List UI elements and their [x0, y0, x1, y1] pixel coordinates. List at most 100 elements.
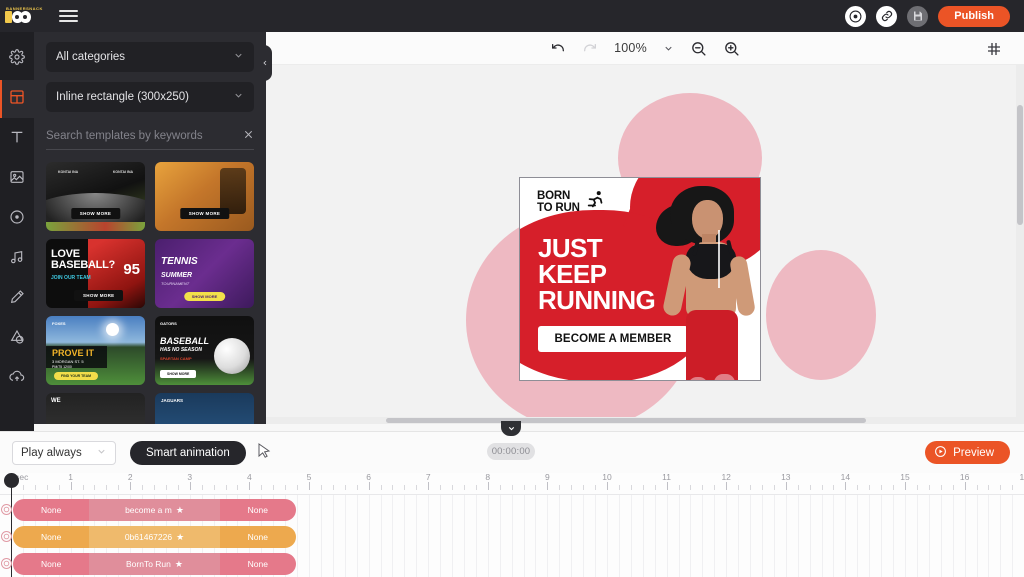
redo-arrow-icon[interactable]: [582, 40, 598, 56]
template-card[interactable]: LOVE BASEBALL? JOIN OUR TEAM 95 SHOW MOR…: [46, 239, 145, 308]
timeline-clip-segment-out[interactable]: None: [220, 499, 296, 521]
ruler-tick-major: [607, 482, 608, 490]
hamburger-menu-icon[interactable]: [46, 0, 90, 32]
save-disk-icon[interactable]: [907, 6, 928, 27]
clip-label: None: [248, 532, 268, 542]
zoom-out-icon[interactable]: [690, 40, 707, 57]
scrollbar-thumb[interactable]: [1017, 105, 1023, 225]
template-headline: BASEBALL: [160, 336, 209, 346]
rail-item-audio[interactable]: [0, 240, 34, 278]
ruler-tick-minor: [512, 485, 513, 490]
template-card[interactable]: GATORS BASEBALL HAS NO SEASON SPARTAN CA…: [155, 316, 254, 385]
publish-button[interactable]: Publish: [938, 6, 1010, 27]
rail-item-templates[interactable]: [0, 80, 34, 118]
eye-visibility-icon[interactable]: [1, 531, 12, 542]
rail-item-uploads[interactable]: [0, 360, 34, 398]
ruler-tick-major: [905, 482, 906, 490]
ruler-tick-minor: [106, 485, 107, 490]
ruler-tick-label: 2: [128, 472, 133, 482]
close-x-icon[interactable]: [243, 127, 254, 145]
clip-label: 0b61467226: [125, 532, 172, 542]
timeline-clip-segment-mid[interactable]: 0b61467226 ★: [89, 526, 219, 548]
rail-item-text[interactable]: [0, 120, 34, 158]
app-logo[interactable]: BANNERSNACK: [0, 0, 34, 32]
template-card[interactable]: FOXES PROVE IT 3 MORGAN ST. 5 PM/75 12/0…: [46, 316, 145, 385]
star-icon[interactable]: ★: [176, 505, 184, 516]
play-mode-select[interactable]: Play always: [12, 441, 116, 465]
eye-visibility-icon[interactable]: [1, 504, 12, 515]
rail-item-shapes[interactable]: [0, 320, 34, 358]
template-baseball: [214, 338, 250, 374]
search-input[interactable]: [46, 130, 243, 142]
ruler-tick-minor: [142, 485, 143, 490]
star-icon[interactable]: ★: [175, 559, 183, 570]
template-card[interactable]: WE: [46, 393, 145, 424]
ruler-tick-minor: [977, 485, 978, 490]
canvas-vertical-scrollbar[interactable]: [1016, 65, 1024, 424]
playhead-knob[interactable]: [4, 473, 19, 488]
preview-button[interactable]: Preview: [925, 441, 1010, 464]
template-card[interactable]: TENNIS SUMMER TOURNAMENT SHOW MORE: [155, 239, 254, 308]
ruler-tick-major: [249, 482, 250, 490]
hamburger-line: [59, 20, 78, 22]
size-select[interactable]: Inline rectangle (300x250): [46, 82, 254, 112]
rail-item-brush[interactable]: [0, 280, 34, 318]
record-circle-icon[interactable]: [845, 6, 866, 27]
link-icon[interactable]: [876, 6, 897, 27]
template-subline: SPARTAN CAMP: [160, 356, 192, 361]
star-icon[interactable]: ★: [176, 532, 184, 543]
ruler-tick-minor: [524, 485, 525, 490]
rail-item-images[interactable]: [0, 160, 34, 198]
grid-hash-icon[interactable]: [986, 41, 1002, 62]
template-card[interactable]: KONTAI INA KONTAI INA SHOW MORE: [46, 162, 145, 231]
timeline-clip-segment-mid[interactable]: become a m★: [89, 499, 219, 521]
canvas-stage[interactable]: BORN TO RUN JUST: [266, 65, 1024, 424]
canvas-area: 100% BORN: [266, 32, 1024, 424]
timeline-ruler[interactable]: 0 sec 1234567891011121314151617: [0, 473, 1024, 495]
size-select-value: Inline rectangle (300x250): [56, 91, 189, 103]
scrollbar-thumb[interactable]: [386, 418, 866, 423]
banner-logo[interactable]: BORN TO RUN: [537, 189, 607, 216]
timeline-clip-segment-mid[interactable]: BornTo Run★: [89, 553, 219, 575]
timeline-clip-segment-out[interactable]: None: [220, 526, 296, 548]
running-person-icon: [585, 189, 607, 216]
rail-item-settings[interactable]: [0, 40, 34, 78]
banner-design[interactable]: BORN TO RUN JUST: [519, 177, 761, 381]
zoom-in-icon[interactable]: [723, 40, 740, 57]
ruler-tick-minor: [917, 485, 918, 490]
runner-photo[interactable]: [648, 182, 761, 381]
undo-arrow-icon[interactable]: [550, 40, 566, 56]
category-select[interactable]: All categories: [46, 42, 254, 72]
timeline-clip[interactable]: Nonebecome a m★None: [13, 499, 296, 521]
timeline-clip-segment-in[interactable]: None: [13, 499, 89, 521]
timeline-clip-segment-out[interactable]: None: [220, 553, 296, 575]
ruler-tick-minor: [226, 485, 227, 490]
smart-animation-button[interactable]: Smart animation: [130, 441, 246, 465]
ruler-tick-minor: [679, 485, 680, 490]
timeline-clip[interactable]: None 0b61467226 ★ None: [13, 526, 296, 548]
timeline-clip[interactable]: NoneBornTo Run★None: [13, 553, 296, 575]
ruler-tick-minor: [416, 485, 417, 490]
ruler-tick-minor: [1012, 485, 1013, 490]
eye-visibility-icon[interactable]: [1, 558, 12, 569]
ruler-tick-minor: [345, 485, 346, 490]
text-t-icon: [9, 129, 25, 150]
template-card[interactable]: SHOW MORE: [155, 162, 254, 231]
timeline-track: NoneBornTo Run★None: [0, 553, 1024, 575]
chevron-down-icon[interactable]: [663, 43, 674, 54]
clip-label: None: [41, 559, 61, 569]
ruler-tick-minor: [476, 485, 477, 490]
banner-logo-line1: BORN: [537, 190, 570, 202]
timeline-clip-segment-in[interactable]: None: [13, 553, 89, 575]
banner-headline[interactable]: JUST KEEP RUNNING: [538, 235, 655, 313]
ruler-tick-major: [71, 482, 72, 490]
template-card[interactable]: JAGUARS: [155, 393, 254, 424]
ruler-tick-label: 6: [366, 472, 371, 482]
ruler-tick-major: [845, 482, 846, 490]
timeline-clip-segment-in[interactable]: None: [13, 526, 89, 548]
ruler-tick-minor: [166, 485, 167, 490]
panel-collapse-handle[interactable]: [258, 45, 272, 81]
canvas-horizontal-scrollbar[interactable]: [266, 417, 1016, 424]
rail-item-video[interactable]: [0, 200, 34, 238]
zoom-level-value[interactable]: 100%: [614, 41, 647, 55]
